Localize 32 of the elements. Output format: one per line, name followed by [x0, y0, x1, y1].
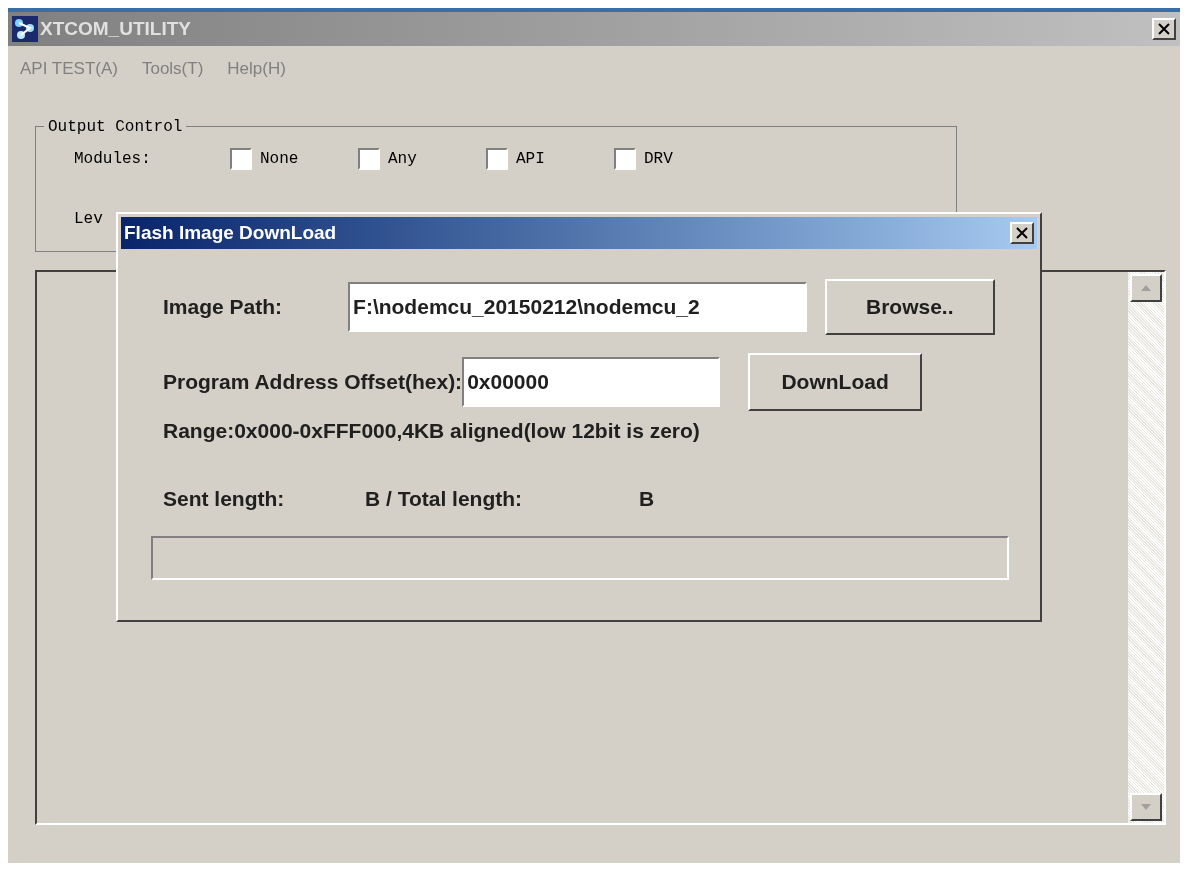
level-label: Lev [74, 208, 103, 230]
close-button[interactable] [1152, 18, 1176, 40]
checkbox[interactable] [358, 147, 380, 170]
modules-label: Modules: [74, 148, 152, 170]
total-length-label: B / Total length: [365, 485, 524, 512]
checkbox-label: API [516, 148, 545, 170]
scrollbar[interactable] [1128, 271, 1164, 823]
browse-button[interactable]: Browse.. [824, 279, 995, 335]
checkbox[interactable] [486, 147, 508, 170]
offset-field[interactable]: 0x00000 [462, 357, 721, 407]
down-arrow-icon [1141, 803, 1151, 810]
dialog-title: Flash Image DownLoad [124, 220, 337, 245]
checkbox-label: DRV [644, 148, 673, 170]
total-length-unit: B [639, 485, 655, 512]
checkbox-label: Any [388, 148, 417, 170]
image-path-label: Image Path: [163, 294, 284, 321]
window-title: XTCOM_UTILITY [40, 16, 191, 41]
close-button[interactable] [1010, 222, 1034, 244]
scroll-down-button[interactable] [1130, 792, 1162, 821]
offset-label: Program Address Offset(hex): [163, 369, 463, 396]
sent-length-label: Sent length: [163, 485, 286, 512]
close-icon [1016, 227, 1028, 239]
checkbox-label: None [260, 148, 299, 170]
range-note: Range:0x000-0xFFF000,4KB aligned(low 12bit is zero) [163, 418, 701, 444]
image-path-field[interactable]: F:\nodemcu_20150212\nodemcu_2 [348, 282, 807, 332]
scroll-up-button[interactable] [1130, 273, 1162, 302]
up-arrow-icon [1141, 284, 1151, 291]
download-button[interactable]: DownLoad [748, 353, 923, 411]
checkbox[interactable] [230, 147, 252, 170]
close-icon [1158, 23, 1170, 35]
checkbox[interactable] [614, 147, 636, 170]
app-icon [12, 16, 38, 42]
